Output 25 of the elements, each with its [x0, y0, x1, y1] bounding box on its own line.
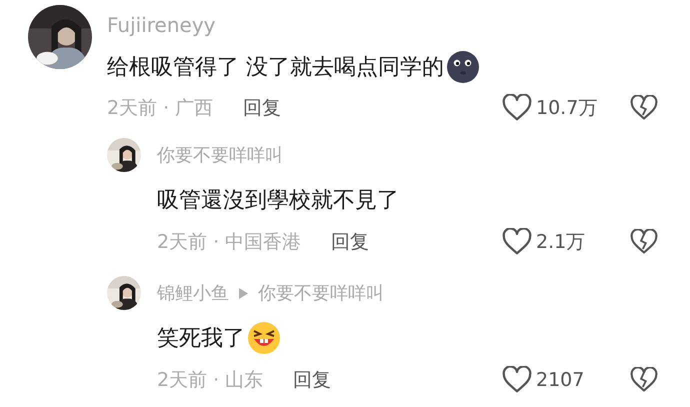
- like-count: 2107: [536, 368, 584, 393]
- comment-text: 给根吸管得了 没了就去喝点同学的: [107, 54, 444, 82]
- username[interactable]: Fujiireneyy: [107, 10, 216, 40]
- triangle-icon: [239, 288, 248, 298]
- comment-meta: 2天前 · 山东: [157, 368, 264, 393]
- like-count: 2.1万: [536, 230, 586, 255]
- moon-face-icon: [446, 50, 480, 84]
- username[interactable]: 你要不要咩咩叫: [157, 142, 283, 168]
- reply-button[interactable]: 回复: [331, 228, 370, 256]
- comment-meta: 2天前 · 广西: [107, 96, 214, 121]
- comment-meta: 2天前 · 中国香港: [157, 230, 302, 255]
- reply-button[interactable]: 回复: [243, 94, 282, 122]
- heart-icon[interactable]: [502, 228, 532, 256]
- heart-icon[interactable]: [502, 366, 532, 394]
- broken-heart-icon[interactable]: [630, 95, 658, 121]
- reply-button[interactable]: 回复: [293, 366, 332, 394]
- heart-icon[interactable]: [502, 94, 532, 122]
- comment-text: 吸管還沒到學校就不見了: [157, 186, 399, 214]
- username[interactable]: 锦鲤小鱼: [157, 280, 229, 306]
- like-count: 10.7万: [536, 96, 598, 121]
- broken-heart-icon[interactable]: [630, 367, 658, 393]
- reply-target[interactable]: 你要不要咩咩叫: [258, 280, 384, 306]
- broken-heart-icon[interactable]: [630, 229, 658, 255]
- comment-text: 笑死我了: [157, 324, 245, 352]
- laughing-face-icon: [247, 321, 281, 355]
